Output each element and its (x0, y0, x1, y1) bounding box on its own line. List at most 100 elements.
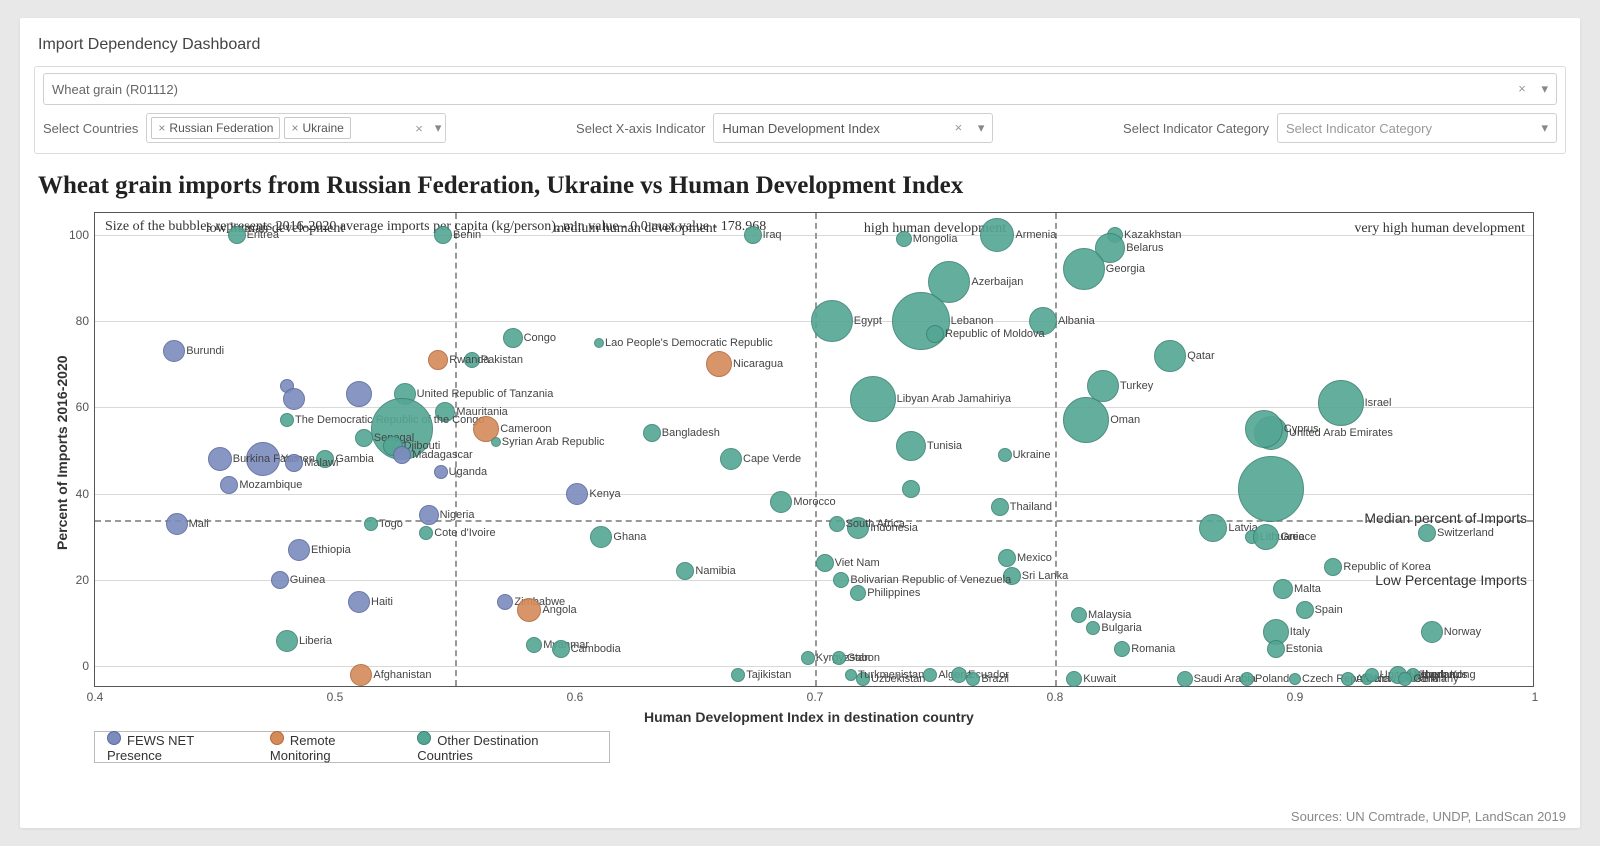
data-point[interactable] (246, 442, 280, 476)
data-point[interactable] (419, 526, 433, 540)
data-point[interactable] (590, 526, 612, 548)
data-point[interactable] (552, 640, 570, 658)
data-point[interactable] (464, 352, 480, 368)
data-point[interactable] (1177, 671, 1193, 687)
data-point[interactable] (980, 218, 1014, 252)
data-point[interactable] (1240, 672, 1254, 686)
data-point[interactable] (1245, 410, 1283, 448)
data-point[interactable] (220, 476, 238, 494)
data-point[interactable] (1296, 601, 1314, 619)
chevron-down-icon[interactable]: ▾ (1535, 81, 1548, 96)
clear-icon[interactable]: × (949, 120, 969, 135)
data-point[interactable] (892, 292, 950, 350)
data-point[interactable] (1418, 524, 1436, 542)
clear-icon[interactable]: × (1512, 81, 1532, 96)
data-point[interactable] (1238, 456, 1304, 522)
data-point[interactable] (526, 637, 542, 653)
data-point[interactable] (829, 516, 845, 532)
data-point[interactable] (676, 562, 694, 580)
data-point[interactable] (1398, 672, 1412, 686)
clear-icon[interactable]: × (409, 121, 429, 136)
data-point[interactable] (350, 664, 372, 686)
data-point[interactable] (998, 448, 1012, 462)
data-point[interactable] (228, 226, 246, 244)
data-point[interactable] (271, 571, 289, 589)
data-point[interactable] (1029, 307, 1057, 335)
data-point[interactable] (1154, 340, 1186, 372)
data-point[interactable] (845, 669, 857, 681)
data-point[interactable] (1273, 579, 1293, 599)
data-point[interactable] (744, 226, 762, 244)
data-point[interactable] (355, 429, 373, 447)
data-point[interactable] (1253, 524, 1279, 550)
data-point[interactable] (434, 465, 448, 479)
legend-item-fews[interactable]: FEWS NET Presence (107, 731, 252, 763)
data-point[interactable] (435, 402, 455, 422)
data-point[interactable] (847, 517, 869, 539)
data-point[interactable] (1086, 621, 1100, 635)
data-point[interactable] (434, 226, 452, 244)
data-point[interactable] (951, 667, 967, 683)
xaxis-select[interactable]: Human Development Index × ▾ (713, 113, 993, 143)
data-point[interactable] (208, 447, 232, 471)
data-point[interactable] (594, 338, 604, 348)
data-point[interactable] (1063, 248, 1105, 290)
data-point[interactable] (966, 672, 980, 686)
legend-item-remote[interactable]: Remote Monitoring (270, 731, 399, 763)
data-point[interactable] (1421, 621, 1443, 643)
data-point[interactable] (1003, 567, 1021, 585)
data-point[interactable] (896, 431, 926, 461)
data-point[interactable] (316, 450, 334, 468)
data-point[interactable] (348, 591, 370, 613)
data-point[interactable] (1318, 380, 1364, 426)
data-point[interactable] (1267, 640, 1285, 658)
data-point[interactable] (276, 630, 298, 652)
data-point[interactable] (643, 424, 661, 442)
chip-russian-federation[interactable]: × Russian Federation (151, 117, 280, 139)
legend-item-other[interactable]: Other Destination Countries (417, 731, 597, 763)
data-point[interactable] (923, 668, 937, 682)
data-point[interactable] (428, 350, 448, 370)
countries-multiselect[interactable]: × Russian Federation × Ukraine × ▾ (146, 113, 446, 143)
data-point[interactable] (1066, 671, 1082, 687)
data-point[interactable] (166, 513, 188, 535)
chip-remove-icon[interactable]: × (158, 121, 165, 135)
data-point[interactable] (364, 517, 378, 531)
data-point[interactable] (1087, 370, 1119, 402)
data-point[interactable] (346, 381, 372, 407)
data-point[interactable] (1341, 672, 1355, 686)
data-point[interactable] (163, 340, 185, 362)
data-point[interactable] (288, 539, 310, 561)
data-point[interactable] (896, 231, 912, 247)
chevron-down-icon[interactable]: ▾ (1535, 120, 1548, 136)
scatter-plot[interactable]: 0204060801000.40.50.60.70.80.91low human… (94, 212, 1534, 687)
data-point[interactable] (856, 672, 870, 686)
data-point[interactable] (991, 498, 1009, 516)
data-point[interactable] (811, 300, 853, 342)
data-point[interactable] (393, 446, 411, 464)
data-point[interactable] (926, 325, 944, 343)
data-point[interactable] (497, 594, 513, 610)
data-point[interactable] (491, 437, 501, 447)
data-point[interactable] (731, 668, 745, 682)
data-point[interactable] (285, 454, 303, 472)
data-point[interactable] (801, 651, 815, 665)
data-point[interactable] (1071, 607, 1087, 623)
data-point[interactable] (1199, 514, 1227, 542)
data-point[interactable] (832, 651, 846, 665)
data-point[interactable] (850, 376, 896, 422)
data-point[interactable] (503, 328, 523, 348)
data-point[interactable] (720, 448, 742, 470)
data-point[interactable] (1114, 641, 1130, 657)
chevron-down-icon[interactable]: ▾ (972, 120, 985, 135)
data-point[interactable] (1324, 558, 1342, 576)
data-point[interactable] (1289, 673, 1301, 685)
data-point[interactable] (419, 505, 439, 525)
indicator-category-select[interactable]: Select Indicator Category ▾ (1277, 113, 1557, 143)
data-point[interactable] (566, 483, 588, 505)
main-commodity-select[interactable]: Wheat grain (R01112) × ▾ (43, 73, 1557, 105)
data-point[interactable] (770, 491, 792, 513)
data-point[interactable] (816, 554, 834, 572)
data-point[interactable] (998, 549, 1016, 567)
data-point[interactable] (517, 598, 541, 622)
